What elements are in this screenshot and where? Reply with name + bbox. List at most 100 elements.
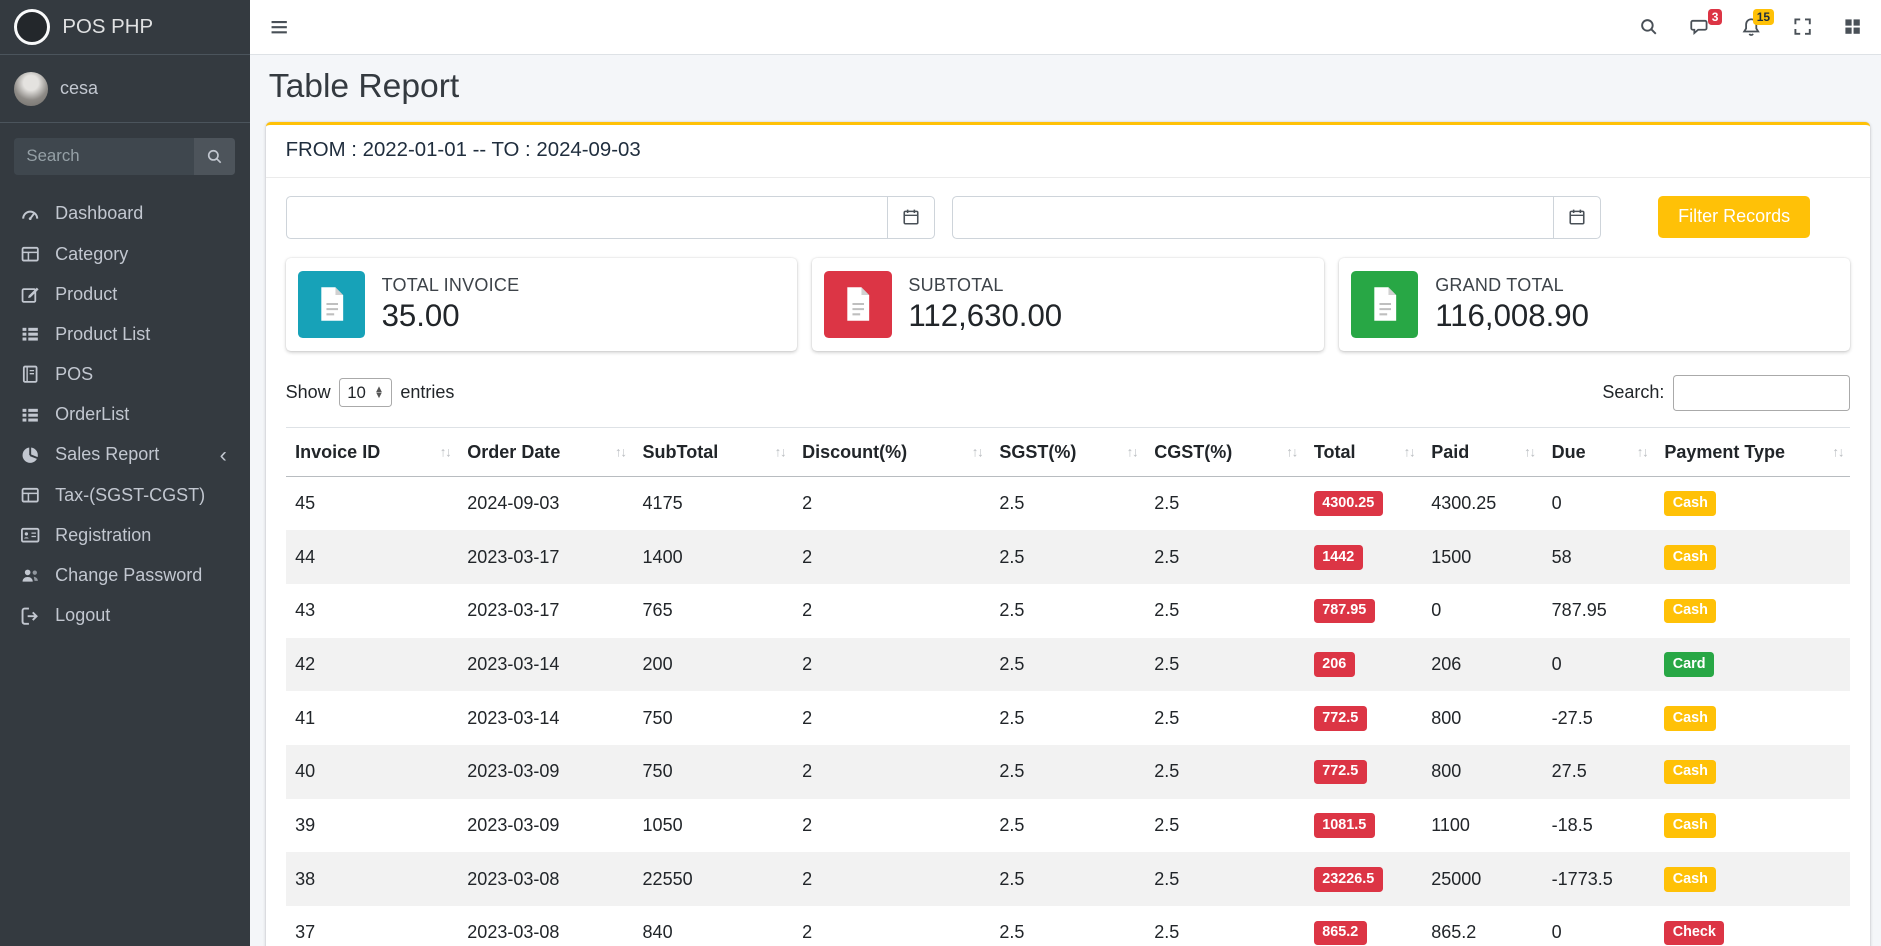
sidebar-item-product[interactable]: Product: [10, 274, 240, 314]
total-badge: 865.2: [1314, 921, 1367, 945]
cell-total: 1081.5: [1304, 799, 1421, 853]
sort-icon[interactable]: [1524, 445, 1535, 460]
sidebar-search-button[interactable]: [194, 138, 235, 175]
table-body: 45 2024-09-03 4175 2 2.5 2.5 4300.25 430…: [286, 476, 1851, 945]
cell-due: 58: [1542, 530, 1655, 584]
sidebar-item-change-password[interactable]: Change Password: [10, 555, 240, 595]
table-row[interactable]: 42 2023-03-14 200 2 2.5 2.5 206 206: [286, 638, 1851, 692]
sort-icon[interactable]: [1127, 445, 1138, 460]
column-header[interactable]: SubTotal: [633, 428, 793, 476]
table-row[interactable]: 39 2023-03-09 1050 2 2.5 2.5 1081.5 1100: [286, 799, 1851, 853]
edit-icon: [18, 284, 42, 304]
date-to-calendar-button[interactable]: [1553, 196, 1601, 239]
sidebar-item-label: Sales Report: [55, 444, 159, 465]
cell-discount: 2: [793, 852, 990, 906]
column-header[interactable]: Invoice ID: [286, 428, 458, 476]
sidebar-item-logout[interactable]: Logout: [10, 596, 240, 636]
column-label: Total: [1314, 442, 1356, 462]
date-to-input[interactable]: [952, 196, 1553, 239]
column-header[interactable]: Payment Type: [1655, 428, 1851, 476]
table-row[interactable]: 45 2024-09-03 4175 2 2.5 2.5 4300.25 430…: [286, 476, 1851, 530]
sidebar-item-sales-report[interactable]: Sales Report ‹: [10, 435, 240, 475]
sidebar-item-pos[interactable]: POS: [10, 354, 240, 394]
sort-icon[interactable]: [972, 445, 983, 460]
sort-icon[interactable]: [1637, 445, 1648, 460]
payment-type-badge: Cash: [1664, 813, 1716, 837]
sidebar-item-product-list[interactable]: Product List: [10, 314, 240, 354]
sidebar-item-tax[interactable]: Tax-(SGST-CGST): [10, 475, 240, 515]
cell-sgst: 2.5: [990, 476, 1145, 530]
sidebar-search: [0, 123, 250, 189]
tachometer-icon: [18, 204, 42, 224]
stat-label: TOTAL INVOICE: [382, 275, 520, 296]
table-row[interactable]: 38 2023-03-08 22550 2 2.5 2.5 23226.5 25…: [286, 852, 1851, 906]
column-header[interactable]: SGST(%): [990, 428, 1145, 476]
brand[interactable]: POS PHP: [0, 0, 250, 55]
payment-type-badge: Card: [1664, 652, 1714, 676]
cell-total: 787.95: [1304, 584, 1421, 638]
cell-order-date: 2024-09-03: [458, 476, 633, 530]
table-header-row: Invoice ID Order Date SubTot: [286, 428, 1851, 476]
avatar: [14, 72, 48, 106]
total-badge: 23226.5: [1314, 867, 1383, 891]
sort-icon[interactable]: [775, 445, 786, 460]
column-header[interactable]: Discount(%): [793, 428, 990, 476]
sidebar-item-label: Registration: [55, 525, 151, 546]
column-label: Due: [1552, 442, 1586, 462]
sort-icon[interactable]: [1404, 445, 1415, 460]
messages-icon[interactable]: 3: [1690, 17, 1710, 37]
table-row[interactable]: 37 2023-03-08 840 2 2.5 2.5 865.2 865.2: [286, 906, 1851, 946]
date-from-input[interactable]: [286, 196, 887, 239]
table-row[interactable]: 40 2023-03-09 750 2 2.5 2.5 772.5 800: [286, 745, 1851, 799]
search-icon[interactable]: [1639, 17, 1658, 36]
user-panel[interactable]: cesa: [0, 55, 250, 123]
sidebar-item-registration[interactable]: Registration: [10, 515, 240, 555]
search-label: Search:: [1602, 382, 1664, 403]
table-row[interactable]: 43 2023-03-17 765 2 2.5 2.5 787.95 0: [286, 584, 1851, 638]
table-search-input[interactable]: [1673, 375, 1851, 411]
column-header[interactable]: CGST(%): [1145, 428, 1305, 476]
users-icon: [18, 565, 42, 585]
cell-payment-type: Cash: [1655, 691, 1851, 745]
grid-menu-icon[interactable]: [1843, 17, 1862, 36]
cell-invoice-id: 41: [286, 691, 458, 745]
filter-records-button[interactable]: Filter Records: [1658, 196, 1810, 238]
cell-discount: 2: [793, 691, 990, 745]
content: Table Report FROM : 2022-01-01 -- TO : 2…: [250, 55, 1881, 945]
brand-title: POS PHP: [62, 16, 153, 39]
page-length-select[interactable]: 10 ▲▼: [339, 378, 392, 407]
fullscreen-icon[interactable]: [1793, 17, 1812, 36]
table-row[interactable]: 44 2023-03-17 1400 2 2.5 2.5 1442 1500: [286, 530, 1851, 584]
cell-cgst: 2.5: [1145, 638, 1305, 692]
sort-icon[interactable]: [1832, 445, 1843, 460]
sort-icon[interactable]: [440, 445, 451, 460]
report-table: Invoice ID Order Date SubTot: [286, 427, 1851, 945]
column-label: SubTotal: [643, 442, 719, 462]
payment-type-badge: Cash: [1664, 760, 1716, 784]
sort-icon[interactable]: [1286, 445, 1297, 460]
cell-payment-type: Cash: [1655, 745, 1851, 799]
date-from-calendar-button[interactable]: [887, 196, 935, 239]
column-header[interactable]: Due: [1542, 428, 1655, 476]
column-header[interactable]: Total: [1304, 428, 1421, 476]
spinner-icon: ▲▼: [374, 387, 384, 399]
total-badge: 1442: [1314, 545, 1363, 569]
hamburger-menu-icon[interactable]: [269, 17, 289, 37]
sidebar-item-dashboard[interactable]: Dashboard: [10, 194, 240, 234]
cell-invoice-id: 40: [286, 745, 458, 799]
table-row[interactable]: 41 2023-03-14 750 2 2.5 2.5 772.5 800: [286, 691, 1851, 745]
notifications-bell-icon[interactable]: 15: [1741, 17, 1761, 37]
stat-value: 116,008.90: [1435, 298, 1589, 334]
sidebar-item-category[interactable]: Category: [10, 234, 240, 274]
sort-icon[interactable]: [615, 445, 626, 460]
sidebar-item-label: Product List: [55, 324, 150, 345]
cell-subtotal: 22550: [633, 852, 793, 906]
sidebar-item-orderlist[interactable]: OrderList: [10, 395, 240, 435]
stat-card: SUBTOTAL 112,630.00: [812, 258, 1323, 350]
cell-cgst: 2.5: [1145, 530, 1305, 584]
column-header[interactable]: Paid: [1422, 428, 1542, 476]
column-header[interactable]: Order Date: [458, 428, 633, 476]
cell-total: 23226.5: [1304, 852, 1421, 906]
payment-type-badge: Cash: [1664, 867, 1716, 891]
sidebar-search-input[interactable]: [14, 138, 194, 175]
